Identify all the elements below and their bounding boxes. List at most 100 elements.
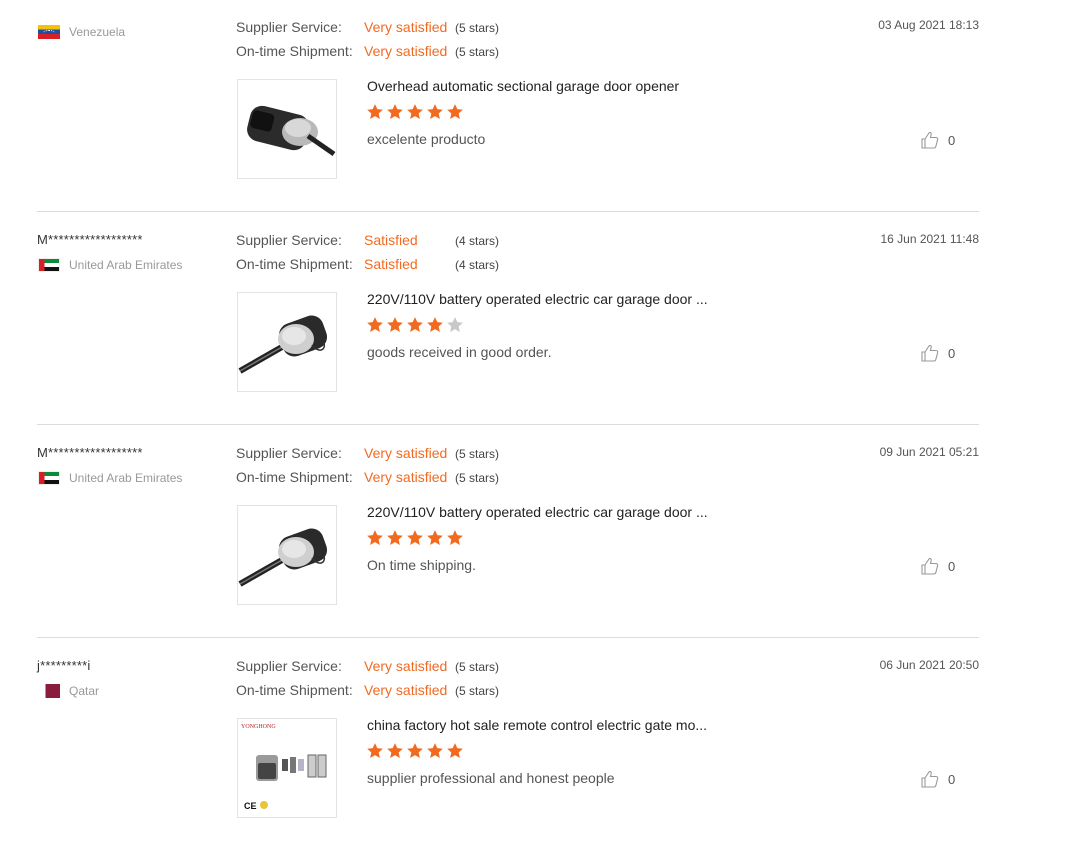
venezuela-flag-icon <box>38 25 60 39</box>
like-count: 0 <box>948 771 956 787</box>
review-date: 06 Jun 2021 20:50 <box>879 658 979 672</box>
star-filled-icon <box>407 530 423 545</box>
supplier-service-rating: Supplier Service: Very satisfied (5 star… <box>236 658 499 674</box>
review-date: 16 Jun 2021 11:48 <box>880 232 979 246</box>
star-empty-icon <box>447 317 463 332</box>
country-name: Venezuela <box>69 25 126 39</box>
rating-stars <box>366 316 464 334</box>
uae-flag-icon <box>38 258 60 272</box>
country-name: United Arab Emirates <box>69 471 183 485</box>
supplier-service-label: Supplier Service: <box>236 445 342 461</box>
supplier-service-stars: (5 stars) <box>455 21 500 35</box>
review-comment: On time shipping. <box>367 557 476 573</box>
product-thumbnail[interactable] <box>237 292 337 392</box>
thumbs-up-icon <box>921 131 939 149</box>
product-title[interactable]: 220V/110V battery operated electric car … <box>367 291 708 307</box>
like-count: 0 <box>948 132 956 148</box>
thumbs-up-icon <box>921 344 939 362</box>
product-title[interactable]: Overhead automatic sectional garage door… <box>367 78 679 94</box>
shipment-label: On-time Shipment: <box>236 43 353 59</box>
star-filled-icon <box>447 530 463 545</box>
country-name: Qatar <box>69 684 100 698</box>
shipment-value: Satisfied <box>364 256 418 272</box>
shipment-stars: (5 stars) <box>455 45 500 59</box>
supplier-service-label: Supplier Service: <box>236 232 342 248</box>
shipment-value: Very satisfied <box>364 469 448 485</box>
review-item: M****************** United Arab Emirates… <box>0 424 1077 638</box>
uae-flag-icon <box>38 471 60 485</box>
star-filled-icon <box>387 104 403 119</box>
shipment-rating: On-time Shipment: Very satisfied (5 star… <box>236 43 499 59</box>
rating-stars <box>366 103 464 121</box>
shipment-value: Very satisfied <box>364 43 448 59</box>
review-comment: supplier professional and honest people <box>367 770 615 786</box>
buyer-country: United Arab Emirates <box>38 258 182 272</box>
supplier-service-label: Supplier Service: <box>236 19 342 35</box>
review-item: Venezuela Supplier Service: Very satisfi… <box>0 0 1077 212</box>
star-filled-icon <box>367 317 383 332</box>
rating-stars <box>366 742 464 760</box>
country-name: United Arab Emirates <box>69 258 183 272</box>
star-filled-icon <box>407 743 423 758</box>
shipment-stars: (4 stars) <box>455 258 500 272</box>
like-count: 0 <box>948 558 956 574</box>
star-filled-icon <box>447 104 463 119</box>
garage-opener-image <box>238 528 328 587</box>
shipment-stars: (5 stars) <box>455 684 500 698</box>
star-filled-icon <box>367 530 383 545</box>
product-title[interactable]: china factory hot sale remote control el… <box>367 717 707 733</box>
supplier-service-value: Very satisfied <box>364 658 448 674</box>
like-button[interactable]: 0 <box>921 131 955 149</box>
thumb-brand-text: YONGHONG <box>241 724 276 730</box>
shipment-label: On-time Shipment: <box>236 682 353 698</box>
rating-stars <box>366 529 464 547</box>
buyer-country: United Arab Emirates <box>38 471 182 485</box>
like-button[interactable]: 0 <box>921 770 955 788</box>
shipment-rating: On-time Shipment: Satisfied (4 stars) <box>236 256 499 272</box>
supplier-service-value: Very satisfied <box>364 19 448 35</box>
review-date: 09 Jun 2021 05:21 <box>879 445 979 459</box>
review-date: 03 Aug 2021 18:13 <box>878 18 979 32</box>
like-button[interactable]: 0 <box>921 557 955 575</box>
star-filled-icon <box>387 743 403 758</box>
gate-opener-kit-image: YONGHONG CE <box>241 724 327 811</box>
shipment-label: On-time Shipment: <box>236 469 353 485</box>
buyer-name: j*********i <box>37 658 91 673</box>
supplier-service-rating: Supplier Service: Satisfied (4 stars) <box>236 232 499 248</box>
buyer-country: Qatar <box>38 684 99 698</box>
review-comment: goods received in good order. <box>367 344 552 360</box>
supplier-service-stars: (4 stars) <box>455 234 500 248</box>
thumbs-up-icon <box>921 557 939 575</box>
shipment-rating: On-time Shipment: Very satisfied (5 star… <box>236 469 499 485</box>
star-filled-icon <box>407 317 423 332</box>
star-filled-icon <box>367 104 383 119</box>
review-comment: excelente producto <box>367 131 486 147</box>
supplier-service-rating: Supplier Service: Very satisfied (5 star… <box>236 19 499 35</box>
buyer-name: M****************** <box>37 232 143 247</box>
qatar-flag-icon <box>38 684 60 698</box>
star-filled-icon <box>367 743 383 758</box>
review-item: M****************** United Arab Emirates… <box>0 211 1077 425</box>
thumbs-up-icon <box>921 770 939 788</box>
supplier-service-value: Satisfied <box>364 232 418 248</box>
star-filled-icon <box>427 743 443 758</box>
supplier-service-stars: (5 stars) <box>455 660 500 674</box>
star-filled-icon <box>407 104 423 119</box>
star-filled-icon <box>447 743 463 758</box>
supplier-service-stars: (5 stars) <box>455 447 500 461</box>
like-count: 0 <box>948 345 956 361</box>
supplier-service-value: Very satisfied <box>364 445 448 461</box>
like-button[interactable]: 0 <box>921 344 955 362</box>
product-thumbnail[interactable] <box>237 79 337 179</box>
shipment-value: Very satisfied <box>364 682 448 698</box>
star-filled-icon <box>427 317 443 332</box>
star-filled-icon <box>427 104 443 119</box>
garage-opener-image <box>238 315 328 374</box>
ce-mark-text: CE <box>244 801 257 811</box>
product-thumbnail[interactable]: YONGHONG CE <box>237 718 337 818</box>
supplier-service-rating: Supplier Service: Very satisfied (5 star… <box>236 445 499 461</box>
product-title[interactable]: 220V/110V battery operated electric car … <box>367 504 708 520</box>
review-item: j*********i Qatar Supplier Service: Very… <box>0 637 1077 850</box>
product-thumbnail[interactable] <box>237 505 337 605</box>
buyer-name: M****************** <box>37 445 143 460</box>
